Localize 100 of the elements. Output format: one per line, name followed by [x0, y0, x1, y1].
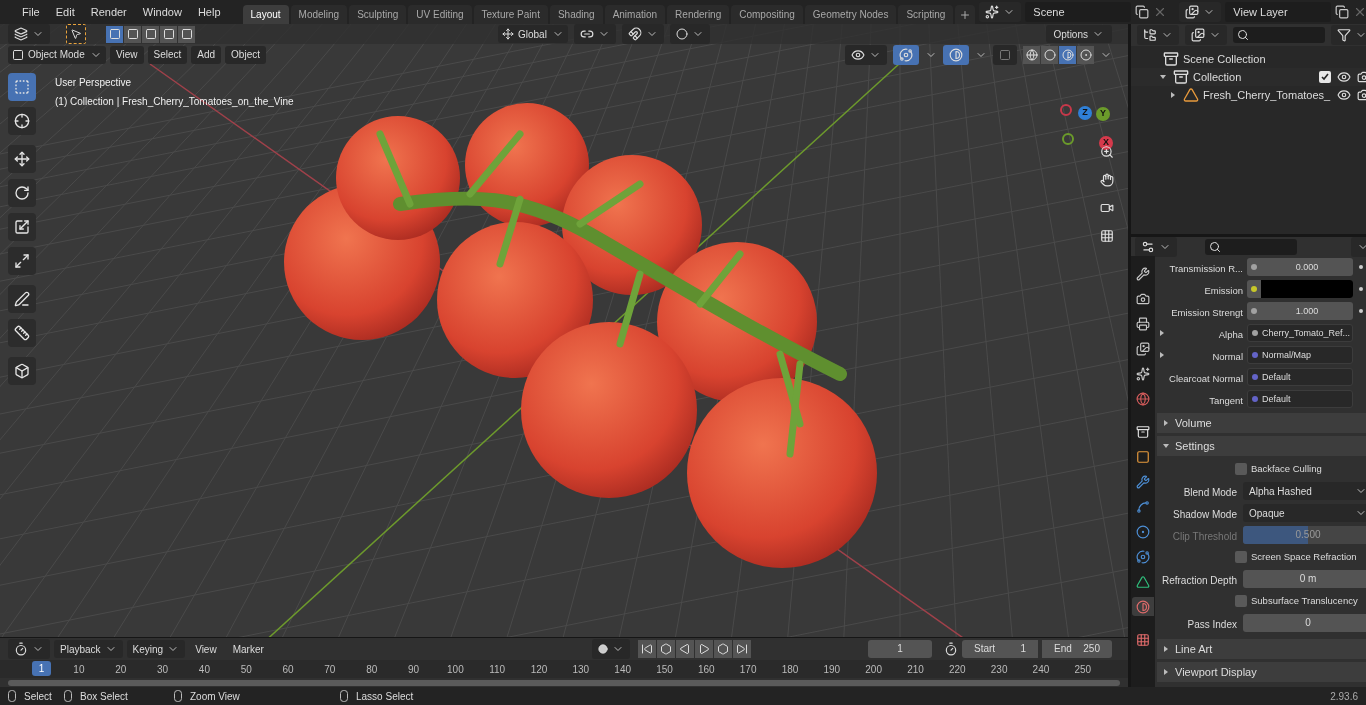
- disclosure-triangle-icon[interactable]: [1159, 352, 1165, 359]
- outliner-item-label[interactable]: Fresh_Cherry_Tomatoes_: [1203, 86, 1331, 104]
- checkbox[interactable]: [1235, 595, 1247, 608]
- record-button[interactable]: [591, 639, 630, 659]
- workspace-tab[interactable]: Compositing: [731, 5, 803, 24]
- number-field[interactable]: 0: [1243, 614, 1366, 633]
- menu-item[interactable]: Help: [191, 3, 227, 21]
- timeline-menu[interactable]: Keying: [126, 640, 186, 658]
- outliner-item-label[interactable]: Collection: [1193, 68, 1242, 86]
- workspace-tab[interactable]: Geometry Nodes: [804, 5, 897, 24]
- shading-button[interactable]: [1077, 45, 1094, 64]
- disclosure-triangle-icon[interactable]: [1163, 443, 1169, 450]
- 3d-viewport[interactable]: Global Options Object Mode View Select Add Object User Perspective (1) Collection | Fresh_Cherry_Tomatoes_on_the_Vine Z Y X: [0, 24, 1128, 637]
- tool-button[interactable]: [8, 213, 36, 241]
- dropdown[interactable]: Opaque: [1243, 504, 1366, 523]
- workspace-tab[interactable]: Sculpting: [349, 5, 407, 24]
- timeline-menu[interactable]: Playback: [54, 640, 123, 658]
- eye-icon[interactable]: [1337, 70, 1351, 84]
- scene-field[interactable]: Scene: [1025, 2, 1132, 22]
- copy-icon[interactable]: [1335, 5, 1350, 19]
- eye-icon[interactable]: [1337, 88, 1351, 102]
- tool-button[interactable]: [8, 145, 36, 173]
- tool-button[interactable]: [8, 319, 36, 347]
- viewport-menu[interactable]: Object: [225, 45, 266, 64]
- checkbox[interactable]: [1319, 71, 1331, 83]
- shading-button[interactable]: [1023, 45, 1040, 64]
- select-mode-button[interactable]: [124, 25, 141, 43]
- timeline-menu[interactable]: View: [189, 640, 223, 658]
- view-layer-field[interactable]: View Layer: [1225, 2, 1332, 22]
- pivot-button[interactable]: [574, 24, 616, 44]
- workspace-tab[interactable]: Shading: [549, 5, 603, 24]
- end-frame-field[interactable]: End 250: [1042, 640, 1112, 658]
- filter-button[interactable]: [1331, 25, 1366, 45]
- filter-view-button[interactable]: [1185, 25, 1227, 45]
- disclosure-triangle-icon[interactable]: [1163, 646, 1169, 653]
- workspace-tab[interactable]: Animation: [604, 5, 666, 24]
- xray-button[interactable]: [993, 44, 1017, 65]
- panel-header[interactable]: Settings: [1157, 436, 1366, 457]
- number-field[interactable]: 0 m: [1243, 570, 1366, 589]
- search-field[interactable]: [1205, 238, 1297, 255]
- transport-button[interactable]: [732, 640, 751, 658]
- editor-type-button[interactable]: [8, 639, 50, 659]
- workspace-tab[interactable]: Modeling: [290, 5, 348, 24]
- copy-icon[interactable]: [1135, 5, 1150, 19]
- gizmo-button[interactable]: [893, 44, 919, 65]
- transport-button[interactable]: [713, 640, 732, 658]
- snap-button[interactable]: [622, 24, 664, 44]
- add-workspace-button[interactable]: [955, 5, 976, 24]
- negative-axis-icon[interactable]: [1062, 133, 1074, 145]
- playhead-marker[interactable]: 1: [32, 661, 51, 676]
- timeline-menu[interactable]: Marker: [226, 640, 270, 658]
- search-field[interactable]: [1233, 27, 1325, 43]
- editor-type-button[interactable]: [8, 24, 50, 44]
- stopwatch-icon[interactable]: [944, 642, 958, 656]
- viewport-menu[interactable]: View: [110, 45, 144, 64]
- workspace-tab[interactable]: Scripting: [898, 5, 954, 24]
- disclosure-triangle-icon[interactable]: [1163, 669, 1169, 676]
- current-frame-field[interactable]: 1: [868, 640, 932, 658]
- shading-button[interactable]: [1041, 45, 1058, 64]
- tool-button[interactable]: [8, 285, 36, 313]
- select-mode-button[interactable]: [106, 25, 123, 43]
- viewport-menu[interactable]: Add: [191, 45, 222, 64]
- workspace-tab[interactable]: Texture Paint: [473, 5, 548, 24]
- panel-header[interactable]: Viewport Display: [1157, 662, 1366, 683]
- tool-button[interactable]: [8, 247, 36, 275]
- orientation-dropdown[interactable]: Global: [498, 25, 568, 43]
- tool-button[interactable]: [8, 357, 36, 385]
- dropdown[interactable]: Alpha Hashed: [1243, 482, 1366, 501]
- transport-button[interactable]: [656, 640, 675, 658]
- menu-item[interactable]: Render: [84, 3, 133, 21]
- options-dropdown[interactable]: Options: [1045, 25, 1112, 43]
- display-mode-button[interactable]: [1137, 25, 1179, 45]
- axis-handle[interactable]: Z: [1078, 106, 1092, 120]
- axis-handle[interactable]: X: [1099, 136, 1113, 150]
- checkbox-label[interactable]: Subsurface Translucency: [1251, 594, 1358, 609]
- tool-button[interactable]: [8, 179, 36, 207]
- select-mode-button[interactable]: [142, 25, 159, 43]
- disclosure-triangle-icon[interactable]: [1159, 330, 1165, 337]
- panel-header[interactable]: Volume: [1157, 413, 1366, 434]
- tool-button[interactable]: [66, 24, 86, 44]
- disclosure-triangle-icon[interactable]: [1163, 420, 1169, 427]
- disclosure-triangle-icon[interactable]: [1160, 74, 1166, 80]
- horizontal-scrollbar[interactable]: [8, 680, 1120, 686]
- outliner-item-label[interactable]: Scene Collection: [1183, 50, 1266, 68]
- workspace-tab[interactable]: Rendering: [667, 5, 730, 24]
- workspace-tab[interactable]: UV Editing: [408, 5, 472, 24]
- mode-dropdown[interactable]: Object Mode: [8, 45, 106, 64]
- menu-item[interactable]: File: [16, 3, 46, 21]
- shading-button[interactable]: [1059, 45, 1076, 64]
- select-mode-button[interactable]: [178, 25, 195, 43]
- start-frame-field[interactable]: Start 1: [962, 640, 1038, 658]
- tool-button[interactable]: [8, 107, 36, 135]
- editor-type-button[interactable]: [1135, 236, 1177, 257]
- menu-item[interactable]: Edit: [49, 3, 81, 21]
- disclosure-triangle-icon[interactable]: [1170, 92, 1176, 98]
- select-mode-button[interactable]: [160, 25, 177, 43]
- transport-button[interactable]: [694, 640, 713, 658]
- scene-browse-button[interactable]: [979, 2, 1022, 22]
- axis-handle[interactable]: Y: [1096, 107, 1110, 121]
- transport-button[interactable]: [637, 640, 656, 658]
